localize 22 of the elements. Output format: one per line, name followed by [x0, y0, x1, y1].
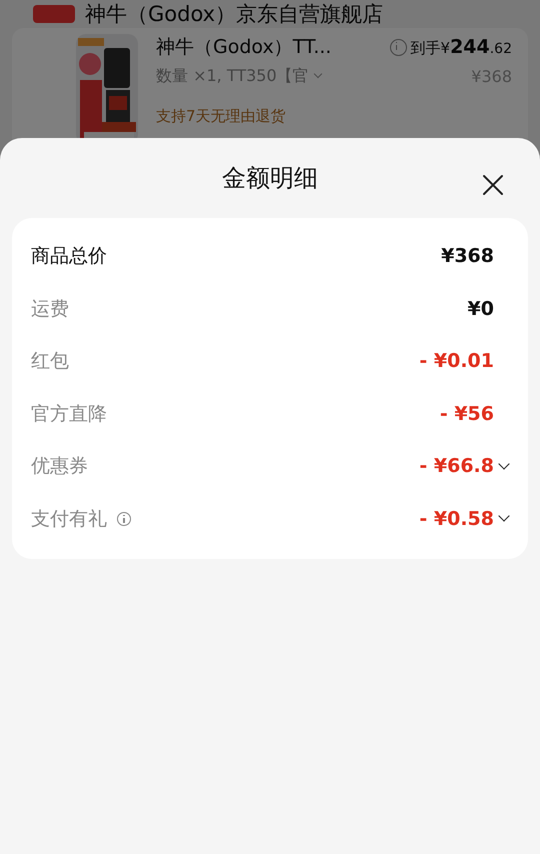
amount-value: ¥0 — [468, 298, 494, 320]
row-label: 商品总价 — [31, 244, 107, 270]
info-icon[interactable] — [390, 38, 407, 56]
row-label: 运费 — [31, 296, 69, 322]
service-note: 支持7天无理由退货 — [156, 107, 287, 126]
final-price: 到手¥244.62 — [410, 36, 512, 58]
row-label: 优惠券 — [31, 454, 88, 480]
amount-value: - ¥0.58 — [419, 508, 494, 530]
row-label: 支付有礼 — [31, 506, 107, 532]
amount-value: ¥368 — [441, 245, 494, 268]
store-name[interactable]: 神牛（Godox）京东自营旗舰店 — [85, 1, 384, 27]
amount-value: - ¥0.01 — [419, 350, 494, 372]
product-title[interactable]: 神牛（Godox）TT... — [156, 34, 332, 60]
info-icon[interactable] — [117, 512, 131, 526]
row-label: 官方直降 — [31, 402, 107, 427]
close-button[interactable] — [482, 174, 504, 196]
sheet-title: 金额明细 — [222, 163, 318, 194]
store-badge-icon — [33, 5, 75, 23]
amount-value: - ¥56 — [440, 402, 494, 425]
row-label: 红包 — [31, 349, 69, 374]
amount-value: - ¥66.8 — [419, 455, 494, 478]
product-spec[interactable]: 数量 ×1, TT350【官 — [156, 66, 309, 87]
